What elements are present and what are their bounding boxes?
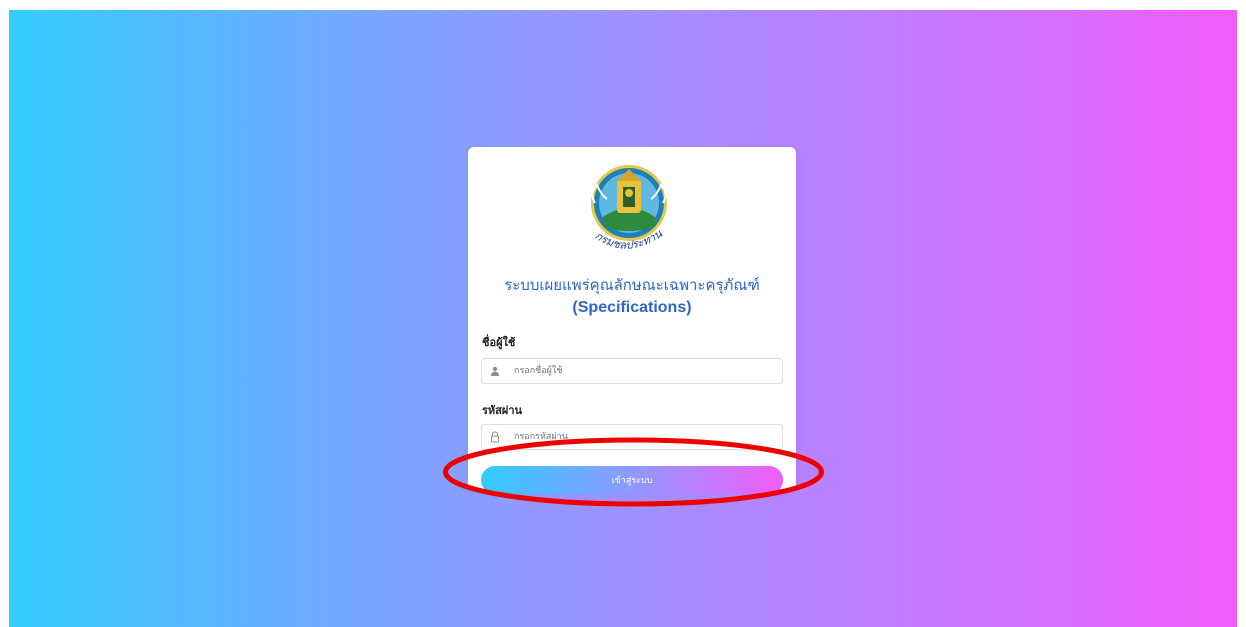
page-background: กรมชลประทาน ระบบเผยแพร่คุณลักษณะเฉพาะครุ… bbox=[9, 10, 1237, 627]
username-input-group bbox=[481, 358, 783, 384]
royal-irrigation-department-logo: กรมชลประทาน bbox=[591, 165, 667, 252]
password-input-group bbox=[481, 424, 783, 450]
login-card: กรมชลประทาน ระบบเผยแพร่คุณลักษณะเฉพาะครุ… bbox=[468, 147, 796, 494]
username-input[interactable] bbox=[508, 361, 782, 381]
password-label: รหัสผ่าน bbox=[482, 404, 523, 417]
system-title: ระบบเผยแพร่คุณลักษณะเฉพาะครุภัณฑ์ bbox=[504, 276, 760, 294]
system-subtitle: (Specifications) bbox=[572, 299, 692, 316]
user-icon bbox=[482, 359, 508, 383]
login-button[interactable]: เข้าสู่ระบบ bbox=[481, 466, 783, 494]
lock-icon bbox=[482, 425, 508, 449]
username-label: ชื่อผู้ใช้ bbox=[482, 336, 516, 349]
password-input[interactable] bbox=[508, 427, 782, 447]
